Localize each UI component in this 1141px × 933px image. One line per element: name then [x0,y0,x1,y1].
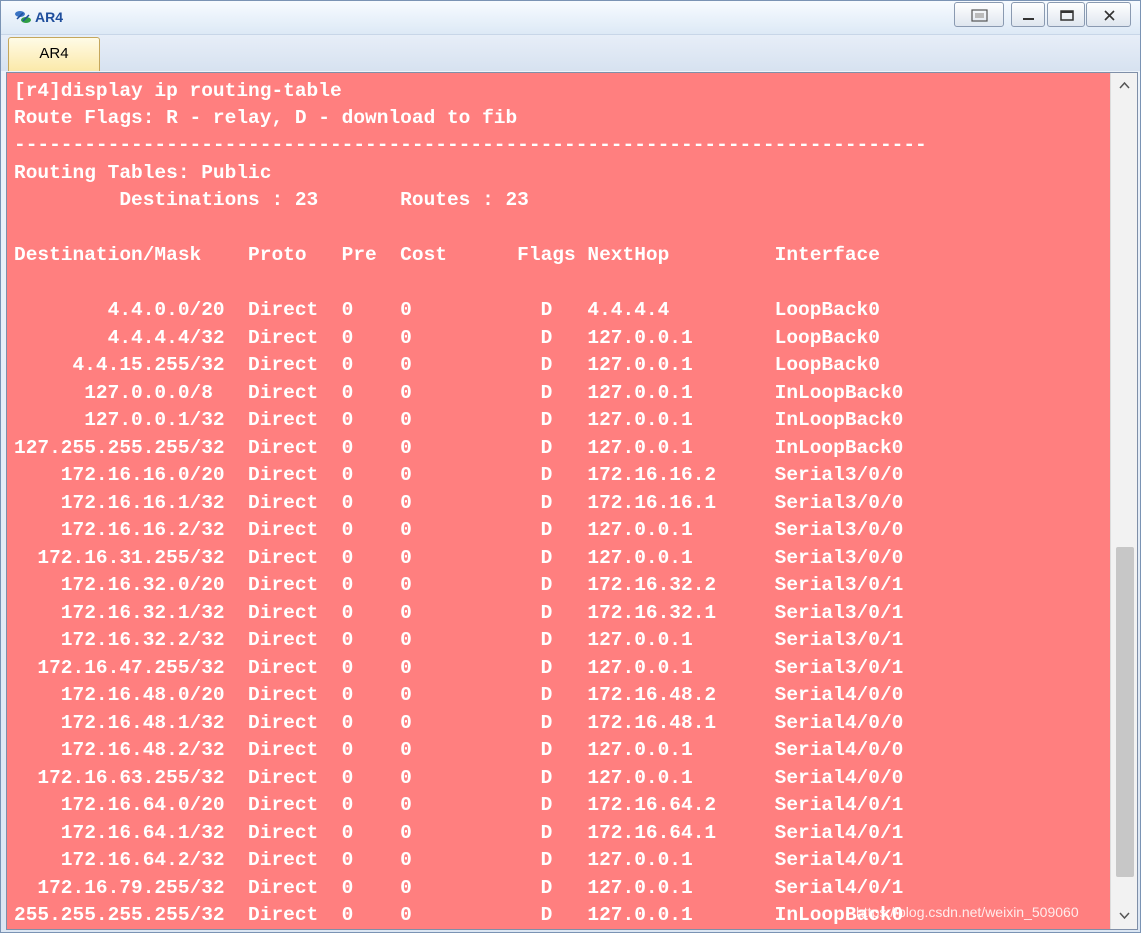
tab-ar4[interactable]: AR4 [8,37,100,71]
chevron-down-icon [1119,912,1130,920]
maximize-icon [1060,10,1074,21]
flags-legend: Route Flags: R - relay, D - download to … [14,107,518,129]
router-icon [14,9,32,25]
table-row: 4.4.15.255/32 Direct 0 0 D 127.0.0.1 Loo… [14,354,880,376]
scroll-up-button[interactable] [1111,73,1137,99]
scroll-thumb[interactable] [1116,547,1134,877]
window-title: AR4 [35,9,64,25]
counts-line: Destinations : 23 Routes : 23 [14,189,529,211]
table-row: 172.16.16.1/32 Direct 0 0 D 172.16.16.1 … [14,492,904,514]
terminal-output[interactable]: [r4]display ip routing-table Route Flags… [7,73,1110,929]
scroll-down-button[interactable] [1111,903,1137,929]
table-row: 172.16.48.0/20 Direct 0 0 D 172.16.48.2 … [14,684,904,706]
terminal-panel: [r4]display ip routing-table Route Flags… [6,72,1138,930]
table-row: 172.16.47.255/32 Direct 0 0 D 127.0.0.1 … [14,657,904,679]
table-row: 4.4.4.4/32 Direct 0 0 D 127.0.0.1 LoopBa… [14,327,880,349]
table-row: 172.16.32.1/32 Direct 0 0 D 172.16.32.1 … [14,602,904,624]
table-row: 127.0.0.1/32 Direct 0 0 D 127.0.0.1 InLo… [14,409,904,431]
minimize-button[interactable] [1011,2,1045,27]
chevron-up-icon [1119,81,1130,89]
table-row: 172.16.64.2/32 Direct 0 0 D 127.0.0.1 Se… [14,849,904,871]
restore-button[interactable] [954,2,1004,27]
table-row: 172.16.16.0/20 Direct 0 0 D 172.16.16.2 … [14,464,904,486]
table-row: 172.16.64.0/20 Direct 0 0 D 172.16.64.2 … [14,794,904,816]
table-row: 4.4.0.0/20 Direct 0 0 D 4.4.4.4 LoopBack… [14,299,880,321]
tab-bar: AR4 [1,35,1140,71]
table-header: Destination/Mask Proto Pre Cost Flags Ne… [14,244,880,266]
table-row: 172.16.48.1/32 Direct 0 0 D 172.16.48.1 … [14,712,904,734]
table-name: Routing Tables: Public [14,162,272,184]
command-line: [r4]display ip routing-table [14,80,342,102]
table-row: 172.16.31.255/32 Direct 0 0 D 127.0.0.1 … [14,547,904,569]
table-row: 255.255.255.255/32 Direct 0 0 D 127.0.0.… [14,904,904,926]
watermark: https://blog.csdn.net/weixin_509060 [856,904,1079,920]
table-row: 172.16.79.255/32 Direct 0 0 D 127.0.0.1 … [14,877,904,899]
table-row: 127.0.0.0/8 Direct 0 0 D 127.0.0.1 InLoo… [14,382,904,404]
table-row: 172.16.63.255/32 Direct 0 0 D 127.0.0.1 … [14,767,904,789]
minimize-icon [1023,18,1034,20]
table-row: 172.16.16.2/32 Direct 0 0 D 127.0.0.1 Se… [14,519,904,541]
table-row: 172.16.32.2/32 Direct 0 0 D 127.0.0.1 Se… [14,629,904,651]
close-button[interactable] [1086,2,1131,27]
table-row: 172.16.64.1/32 Direct 0 0 D 172.16.64.1 … [14,822,904,844]
maximize-button[interactable] [1047,2,1085,27]
table-row: 172.16.48.2/32 Direct 0 0 D 127.0.0.1 Se… [14,739,904,761]
close-icon [1104,10,1115,21]
table-row: 172.16.32.0/20 Direct 0 0 D 172.16.32.2 … [14,574,904,596]
restore-icon [971,9,988,22]
vertical-scrollbar[interactable] [1110,73,1137,929]
separator-line: ----------------------------------------… [14,134,927,156]
terminal-window: AR4 AR4 [r4]display ip routing-table Rou… [0,0,1141,933]
table-row: 127.255.255.255/32 Direct 0 0 D 127.0.0.… [14,437,904,459]
title-bar[interactable]: AR4 [1,1,1140,35]
